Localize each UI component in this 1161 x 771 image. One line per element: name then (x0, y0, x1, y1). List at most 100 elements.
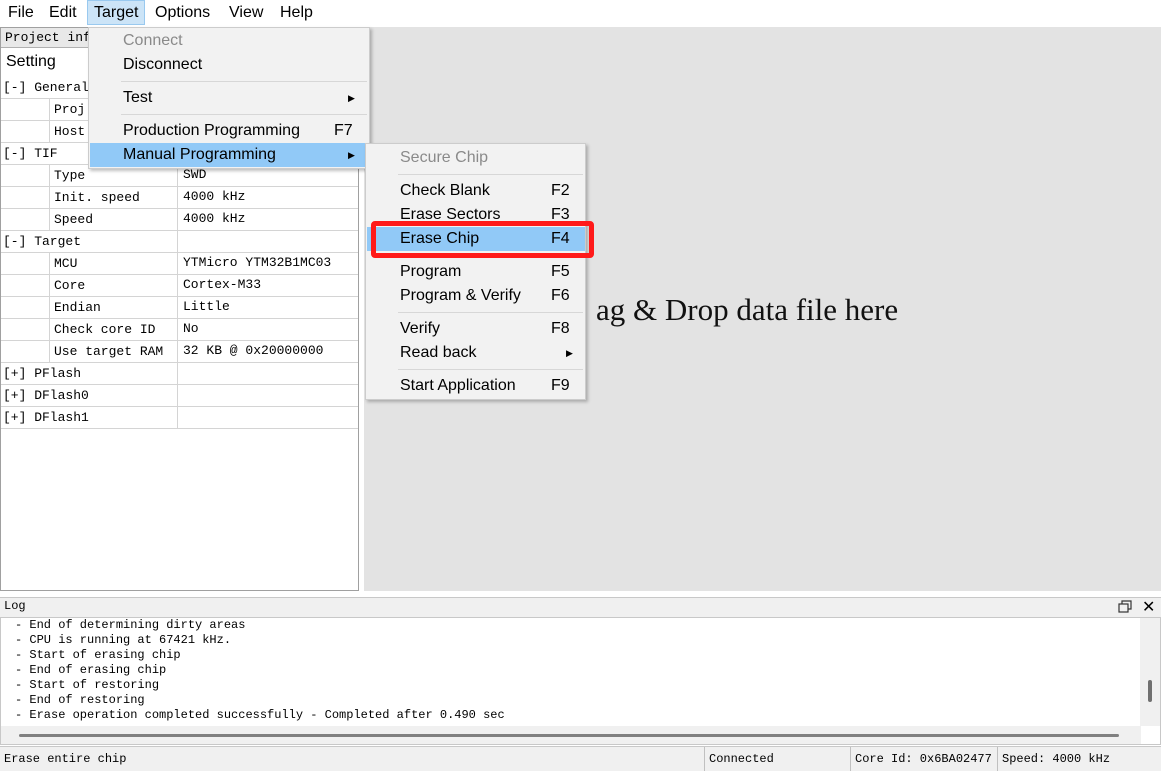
target-menu-dropdown: Connect Disconnect Test ▶ Production Prog… (88, 27, 370, 169)
property-key: [+] DFlash1 (3, 410, 89, 425)
status-connection: Connected (704, 747, 850, 771)
menu-item-label: Disconnect (123, 56, 203, 73)
menu-separator (121, 81, 367, 82)
property-group-row[interactable]: [-] Target (1, 231, 358, 253)
menu-item-connect[interactable]: Connect (90, 29, 369, 53)
menu-item-read-back[interactable]: Read back ▶ (367, 341, 585, 365)
property-value: YTMicro YTM32B1MC03 (177, 253, 358, 275)
menu-item-disconnect[interactable]: Disconnect (90, 53, 369, 77)
menu-item-label: Verify (400, 320, 441, 337)
menu-shortcut: F7 (334, 122, 353, 139)
scrollbar-thumb[interactable] (19, 734, 1119, 737)
menu-item-secure-chip[interactable]: Secure Chip (367, 146, 585, 170)
scrollbar-thumb[interactable] (1148, 680, 1152, 702)
log-line: - End of restoring (15, 693, 145, 707)
menu-item-verify[interactable]: Verify F8 (367, 317, 585, 341)
menu-item-manual-programming[interactable]: Manual Programming ▶ (90, 143, 369, 167)
property-value (177, 363, 358, 385)
property-key: MCU (49, 253, 177, 275)
log-header: Log ✕ (0, 597, 1161, 617)
property-group-row[interactable]: [+] PFlash (1, 363, 358, 385)
property-key: [+] DFlash0 (3, 388, 89, 403)
property-key: Endian (49, 297, 177, 319)
menu-item-label: Manual Programming (123, 146, 276, 163)
menu-file[interactable]: File (2, 0, 40, 25)
menu-item-program-verify[interactable]: Program & Verify F6 (367, 284, 585, 308)
log-horizontal-scrollbar[interactable] (1, 726, 1141, 744)
property-value: 4000 kHz (177, 209, 358, 231)
property-value: 4000 kHz (177, 187, 358, 209)
property-row[interactable]: Speed 4000 kHz (1, 209, 358, 231)
property-key: Core (49, 275, 177, 297)
menu-item-test[interactable]: Test ▶ (90, 86, 369, 110)
menu-target[interactable]: Target (87, 0, 146, 25)
property-row[interactable]: Core Cortex-M33 (1, 275, 358, 297)
property-group-row[interactable]: [+] DFlash1 (1, 407, 358, 429)
property-key: [-] General (3, 80, 89, 95)
property-row[interactable]: Use target RAM 32 KB @ 0x20000000 (1, 341, 358, 363)
property-value: Cortex-M33 (177, 275, 358, 297)
menu-item-label: Connect (123, 32, 183, 49)
menu-separator (121, 114, 367, 115)
status-message: Erase entire chip (4, 752, 127, 766)
status-speed: Speed: 4000 kHz (997, 747, 1161, 771)
property-row[interactable]: Check core ID No (1, 319, 358, 341)
property-key: [-] Target (3, 234, 82, 249)
menu-separator (398, 312, 583, 313)
menu-view[interactable]: View (223, 0, 269, 25)
status-bar: Erase entire chip Connected Core Id: 0x6… (0, 746, 1161, 771)
property-value: 32 KB @ 0x20000000 (177, 341, 358, 363)
menu-shortcut: F2 (551, 182, 570, 199)
manual-programming-submenu: Secure Chip Check Blank F2 Erase Sectors F… (365, 143, 586, 400)
drop-zone-label: ag & Drop data file here (596, 292, 899, 327)
menu-item-check-blank[interactable]: Check Blank F2 (367, 179, 585, 203)
menu-shortcut: F9 (551, 377, 570, 394)
property-row[interactable]: Endian Little (1, 297, 358, 319)
log-line: - End of erasing chip (15, 663, 167, 677)
log-line: - Start of restoring (15, 678, 160, 692)
menu-options[interactable]: Options (149, 0, 216, 25)
menu-item-start-application[interactable]: Start Application F9 (367, 374, 585, 398)
annotation-highlight-box (371, 221, 594, 258)
property-group-row[interactable]: [+] DFlash0 (1, 385, 358, 407)
menu-item-program[interactable]: Program F5 (367, 260, 585, 284)
menu-bar: File Edit Target Options View Help (0, 0, 1161, 26)
menu-item-label: Read back (400, 344, 477, 361)
property-value (177, 407, 358, 429)
menu-shortcut: F5 (551, 263, 570, 280)
log-panel: - End of determining dirty areas - CPU is… (0, 617, 1161, 745)
property-key: [+] PFlash (3, 366, 82, 381)
close-icon[interactable]: ✕ (1142, 597, 1155, 617)
log-line: - Erase operation completed successfully… (15, 708, 505, 722)
menu-item-label: Program (400, 263, 462, 280)
log-title: Log (4, 599, 26, 613)
property-key: Use target RAM (49, 341, 177, 363)
menu-separator (398, 174, 583, 175)
property-key: Speed (49, 209, 177, 231)
log-lines: - End of determining dirty areas - CPU is… (15, 618, 505, 723)
submenu-arrow-icon: ▶ (348, 93, 355, 103)
menu-item-production-programming[interactable]: Production Programming F7 (90, 119, 369, 143)
property-value: No (177, 319, 358, 341)
restore-icon[interactable] (1117, 599, 1133, 615)
property-key: [-] TIF (3, 146, 58, 161)
menu-item-label: Check Blank (400, 182, 490, 199)
property-row[interactable]: MCU YTMicro YTM32B1MC03 (1, 253, 358, 275)
menu-shortcut: F8 (551, 320, 570, 337)
property-value (177, 231, 358, 253)
log-line: - End of determining dirty areas (15, 618, 246, 632)
property-key: Check core ID (49, 319, 177, 341)
log-line: - CPU is running at 67421 kHz. (15, 633, 232, 647)
menu-item-label: Production Programming (123, 122, 300, 139)
log-vertical-scrollbar[interactable] (1140, 618, 1160, 726)
property-key: Init. speed (49, 187, 177, 209)
property-value: Little (177, 297, 358, 319)
property-row[interactable]: Init. speed 4000 kHz (1, 187, 358, 209)
menu-edit[interactable]: Edit (43, 0, 83, 25)
submenu-arrow-icon: ▶ (348, 150, 355, 160)
menu-item-label: Test (123, 89, 153, 106)
log-line: - Start of erasing chip (15, 648, 181, 662)
property-value (177, 385, 358, 407)
menu-help[interactable]: Help (274, 0, 319, 25)
status-core-id: Core Id: 0x6BA02477 (850, 747, 997, 771)
